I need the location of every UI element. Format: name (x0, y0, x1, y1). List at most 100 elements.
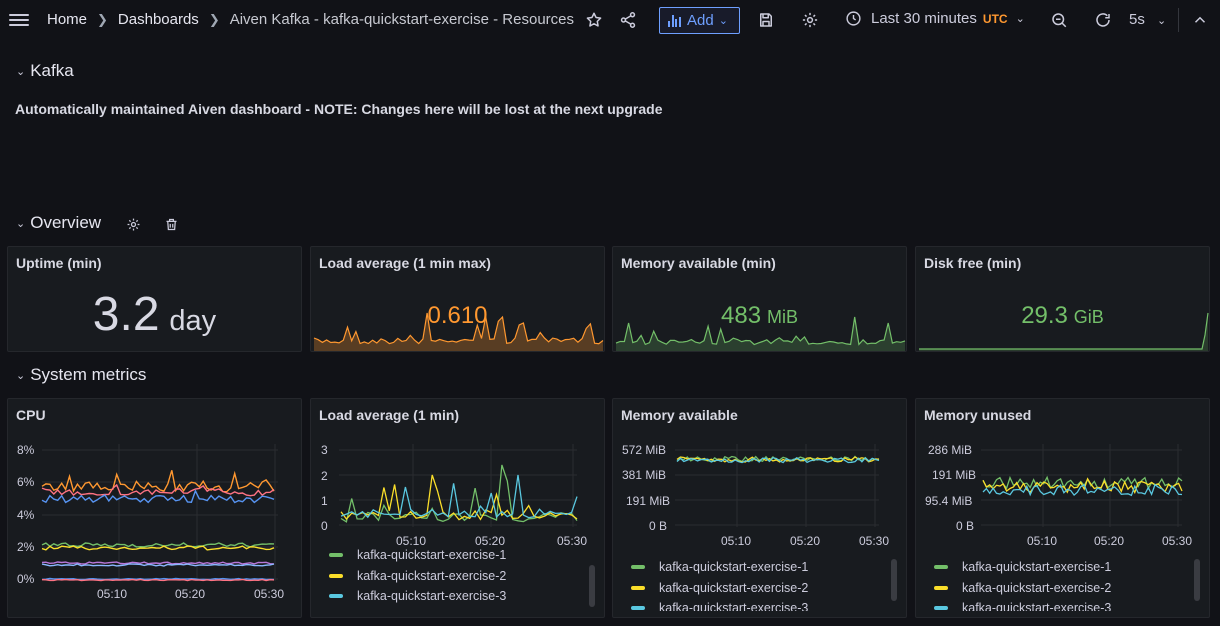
x-tick-label: 05:30 (557, 534, 587, 548)
refresh-interval-picker[interactable]: 5s ⌄ (1129, 11, 1166, 28)
legend-item[interactable]: kafka-quickstart-exercise-1 (934, 557, 1111, 578)
chevron-right-icon: ❯ (208, 11, 220, 27)
chevron-up-icon[interactable] (1190, 10, 1210, 30)
graph-panel-memory-available[interactable]: Memory available 572 MiB 381 MiB 191 MiB… (612, 398, 907, 618)
legend-swatch (329, 573, 343, 578)
cpu-series-line (41, 563, 275, 567)
panel-title: Uptime (min) (16, 255, 102, 271)
y-tick-label: 191 MiB (932, 468, 976, 482)
save-icon[interactable] (756, 10, 776, 30)
y-tick-label: 1 (321, 494, 328, 508)
legend-item[interactable]: kafka-quickstart-exercise-1 (329, 549, 506, 566)
legend-label: kafka-quickstart-exercise-2 (962, 580, 1112, 595)
legend-label: kafka-quickstart-exercise-3 (357, 589, 507, 604)
legend-label: kafka-quickstart-exercise-1 (962, 560, 1112, 575)
stat-number: 0.610 (427, 302, 488, 329)
stat-panel-uptime[interactable]: Uptime (min) 3.2 day (7, 246, 302, 352)
sparkline-memory (615, 316, 906, 351)
add-panel-icon (668, 14, 682, 27)
row-settings-gear-icon[interactable] (123, 214, 143, 234)
gear-icon[interactable] (800, 10, 820, 30)
legend-swatch (934, 565, 948, 570)
chevron-down-icon: ⌄ (16, 65, 26, 78)
star-icon[interactable] (584, 10, 604, 30)
chevron-down-icon: ⌄ (16, 369, 26, 382)
x-tick-label: 05:30 (859, 534, 889, 548)
legend-item[interactable]: kafka-quickstart-exercise-3 (631, 598, 808, 611)
memory-unused-series-line (982, 483, 1183, 497)
legend-label: kafka-quickstart-exercise-2 (659, 580, 809, 595)
stat-value: 29.3 GiB (916, 302, 1209, 330)
breadcrumb-home[interactable]: Home (47, 11, 87, 28)
row-kafka[interactable]: ⌄ Kafka (16, 61, 74, 81)
y-tick-label: 381 MiB (622, 468, 666, 482)
legend: kafka-quickstart-exercise-1 kafka-quicks… (631, 557, 808, 611)
x-tick-label: 05:20 (175, 587, 205, 601)
legend-item[interactable]: kafka-quickstart-exercise-2 (631, 578, 808, 599)
stat-value: 0.610 (311, 302, 604, 330)
time-range-picker[interactable]: Last 30 minutes UTC ⌄ (845, 10, 1025, 27)
row-system-metrics-title: System metrics (30, 365, 147, 384)
legend-swatch (934, 606, 948, 611)
x-tick-label: 05:10 (721, 534, 751, 548)
cpu-graph: 8% 6% 4% 2% 0% 05:10 05:20 05:30 (17, 443, 284, 601)
memory-unused-graph: 286 MiB 191 MiB 95.4 MiB 0 B 05:10 05:20… (925, 443, 1192, 548)
graph-panel-memory-unused[interactable]: Memory unused 286 MiB 191 MiB 95.4 MiB 0… (915, 398, 1210, 618)
legend-item[interactable]: kafka-quickstart-exercise-2 (329, 566, 506, 587)
legend-label: kafka-quickstart-exercise-1 (659, 560, 809, 575)
stat-number: 29.3 (1021, 302, 1068, 329)
time-range-label: Last 30 minutes (871, 10, 977, 27)
x-tick-label: 05:10 (396, 534, 426, 548)
x-tick-label: 05:10 (97, 587, 127, 601)
y-tick-label: 2 (321, 469, 328, 483)
row-overview[interactable]: ⌄ Overview (16, 213, 101, 233)
legend-label: kafka-quickstart-exercise-1 (357, 549, 507, 563)
legend-label: kafka-quickstart-exercise-3 (659, 601, 809, 611)
stat-panel-memory-available-min[interactable]: Memory available (min) 483 MiB (612, 246, 907, 352)
memory-available-graph: 572 MiB 381 MiB 191 MiB 0 B 05:10 05:20 … (622, 443, 889, 548)
breadcrumb-current-dashboard: Aiven Kafka - kafka-quickstart-exercise … (229, 11, 575, 28)
y-tick-label: 95.4 MiB (925, 494, 972, 508)
row-system-metrics[interactable]: ⌄ System metrics (16, 365, 146, 385)
legend-item[interactable]: kafka-quickstart-exercise-2 (934, 578, 1111, 599)
legend-scrollbar[interactable] (589, 565, 595, 607)
stat-unit: MiB (766, 307, 798, 327)
toolbar-divider (1178, 8, 1179, 32)
graph-panel-cpu[interactable]: CPU 8% 6% 4% 2% 0% 05:10 05:20 05:30 (7, 398, 302, 618)
sparkline-load (313, 312, 604, 351)
legend-swatch (631, 565, 645, 570)
load-graph: 3 2 1 0 05:10 05:20 05:30 (321, 443, 587, 548)
stat-value: 483 MiB (613, 302, 906, 330)
share-icon[interactable] (618, 10, 638, 30)
stat-panel-disk-free[interactable]: Disk free (min) 29.3 GiB (915, 246, 1210, 352)
y-tick-label: 4% (17, 508, 35, 522)
add-button[interactable]: Add ⌄ (659, 7, 740, 34)
graph-panel-load-average[interactable]: Load average (1 min) 3 2 1 0 05:10 05:20… (310, 398, 605, 618)
chevron-down-icon: ⌄ (718, 15, 728, 27)
y-tick-label: 3 (321, 443, 328, 457)
timezone-badge: UTC (982, 11, 1008, 26)
x-tick-label: 05:20 (790, 534, 820, 548)
refresh-icon[interactable] (1093, 10, 1113, 30)
legend-scrollbar[interactable] (1194, 559, 1200, 601)
zoom-out-icon[interactable] (1049, 10, 1069, 30)
legend-swatch (631, 585, 645, 590)
breadcrumb-dashboards[interactable]: Dashboards (118, 11, 199, 28)
clock-icon (845, 10, 862, 27)
menu-icon[interactable] (8, 11, 30, 29)
chevron-down-icon: ⌄ (1015, 13, 1025, 25)
legend-item[interactable]: kafka-quickstart-exercise-3 (329, 586, 506, 607)
chevron-right-icon: ❯ (97, 11, 108, 27)
legend-item[interactable]: kafka-quickstart-exercise-1 (631, 557, 808, 578)
y-tick-label: 0 (321, 519, 328, 533)
stat-panel-load-average-max[interactable]: Load average (1 min max) 0.610 (310, 246, 605, 352)
stat-value: 3.2 day (8, 287, 301, 342)
breadcrumb: Home ❯ Dashboards ❯ Aiven Kafka - kafka-… (47, 11, 574, 28)
add-button-label: Add (687, 12, 714, 29)
trash-icon[interactable] (161, 214, 181, 234)
legend-scrollbar[interactable] (891, 559, 897, 601)
legend-item[interactable]: kafka-quickstart-exercise-3 (934, 598, 1111, 611)
cpu-series-line (41, 578, 275, 582)
legend-label: kafka-quickstart-exercise-2 (357, 568, 507, 583)
top-navbar: Home ❯ Dashboards ❯ Aiven Kafka - kafka-… (0, 0, 1220, 40)
